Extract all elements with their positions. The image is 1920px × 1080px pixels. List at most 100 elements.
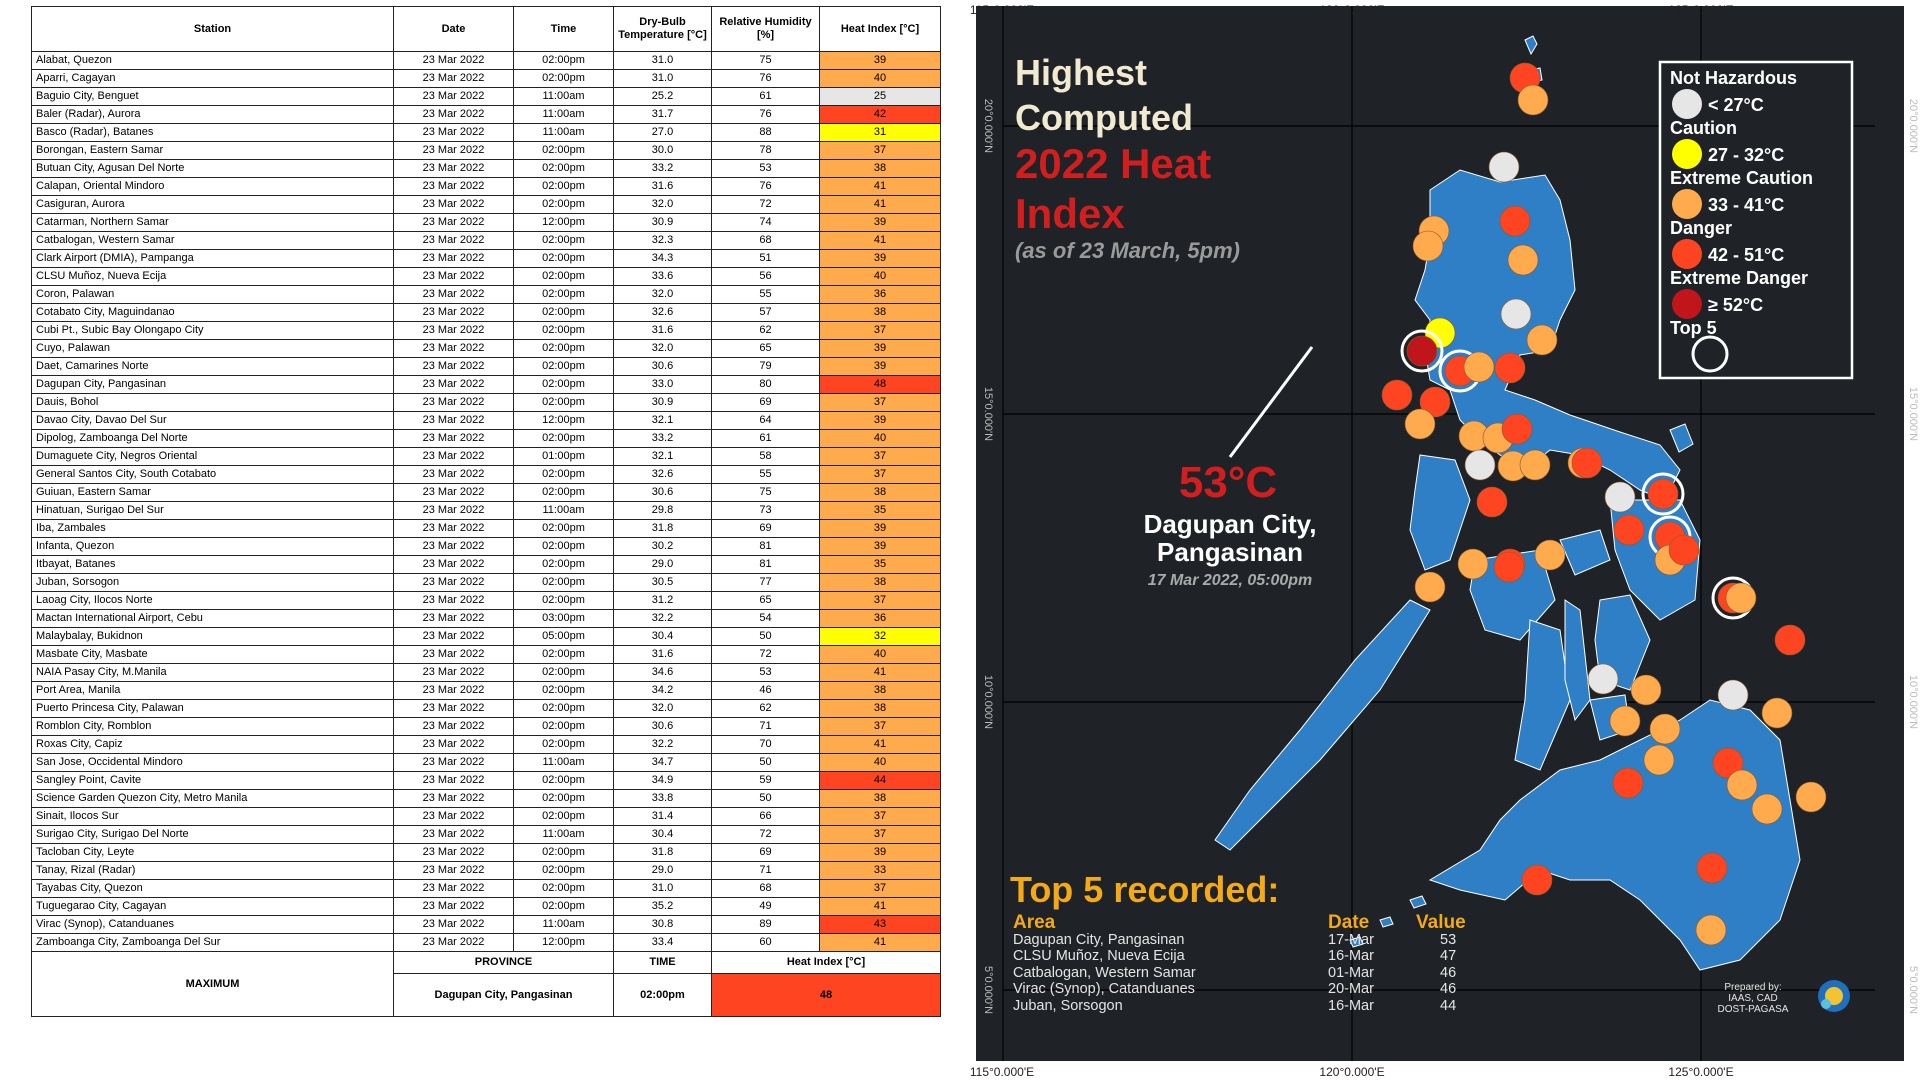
cell-heat-index: 37 [819,825,941,844]
cell-station: Sinait, Ilocos Sur [31,807,394,826]
cell-humidity: 75 [711,51,820,70]
table-body: Alabat, Quezon 23 Mar 2022 02:00pm 31.0 75 39… [31,51,941,952]
cell-heat-index: 42 [819,105,941,124]
legend-cat-6: Top 5 [1670,318,1717,338]
cell-humidity: 62 [711,321,820,340]
legend-range-2: 27 - 32°C [1708,145,1784,165]
cell-temperature: 31.7 [613,105,712,124]
cell-temperature: 30.6 [613,357,712,376]
cell-station: Mactan International Airport, Cebu [31,609,394,628]
cell-station: Dauis, Bohol [31,393,394,412]
top5-date-2: 16-Mar [1328,948,1374,964]
cell-heat-index: 39 [819,843,941,862]
table-row: Tanay, Rizal (Radar) 23 Mar 2022 02:00pm 29… [31,861,941,880]
cell-heat-index: 41 [819,231,941,250]
cell-time: 02:00pm [513,771,614,790]
callout-place-1: Dagupan City, [1144,509,1317,539]
table-row: Dumaguete City, Negros Oriental 23 Mar 20… [31,447,941,466]
cell-date: 23 Mar 2022 [393,303,514,322]
cell-date: 23 Mar 2022 [393,825,514,844]
table-row: Aparri, Cagayan 23 Mar 2022 02:00pm 31.0 76 4… [31,69,941,88]
cell-time: 03:00pm [513,609,614,628]
table-row: Alabat, Quezon 23 Mar 2022 02:00pm 31.0 75 39 [31,51,941,70]
station-marker [1493,551,1525,583]
cell-temperature: 30.4 [613,825,712,844]
cell-temperature: 31.6 [613,177,712,196]
cell-date: 23 Mar 2022 [393,321,514,340]
col-header-date: Date [393,6,514,52]
table-row: Baler (Radar), Aurora 23 Mar 2022 11:00am 3… [31,105,941,124]
table-header-row: Station Date Time Dry-Bulb Temperature [… [31,6,941,52]
cell-heat-index: 39 [819,519,941,538]
cell-time: 02:00pm [513,429,614,448]
station-marker [1604,481,1636,513]
station-marker [1476,486,1508,518]
cell-humidity: 72 [711,645,820,664]
cell-temperature: 33.2 [613,429,712,448]
cell-heat-index: 39 [819,537,941,556]
cell-humidity: 57 [711,303,820,322]
lat-label-right-2: 15°0.000'N [1907,387,1919,441]
table-row: Catbalogan, Western Samar 23 Mar 2022 02:0… [31,231,941,250]
cell-temperature: 25.2 [613,87,712,106]
table-row: Tayabas City, Quezon 23 Mar 2022 02:00pm 31… [31,879,941,898]
top5-date-5: 16-Mar [1328,998,1374,1014]
cell-temperature: 33.0 [613,375,712,394]
callout-value: 53°C [1179,458,1277,507]
cell-humidity: 71 [711,861,820,880]
cell-heat-index: 38 [819,699,941,718]
cell-time: 11:00am [513,825,614,844]
cell-humidity: 80 [711,375,820,394]
cell-time: 02:00pm [513,177,614,196]
station-marker [1795,781,1827,813]
cell-humidity: 56 [711,267,820,286]
cell-date: 23 Mar 2022 [393,159,514,178]
table-row: Dagupan City, Pangasinan 23 Mar 2022 02:00… [31,375,941,394]
cell-date: 23 Mar 2022 [393,411,514,430]
cell-station: Davao City, Davao Del Sur [31,411,394,430]
cell-temperature: 34.6 [613,663,712,682]
legend-range-5: ≥ 52°C [1708,295,1763,315]
cell-humidity: 53 [711,159,820,178]
cell-humidity: 65 [711,339,820,358]
top5-value-1: 53 [1440,932,1456,948]
cell-heat-index: 37 [819,321,941,340]
top5-area-2: CLSU Muñoz, Nueva Ecija [1013,948,1186,964]
table-row: Zamboanga City, Zamboanga Del Sur 23 Mar … [31,933,941,952]
pagasa-logo [1818,980,1850,1012]
cell-time: 02:00pm [513,735,614,754]
table-row: Cubi Pt., Subic Bay Olongapo City 23 Mar … [31,321,941,340]
cell-humidity: 69 [711,393,820,412]
cell-temperature: 30.2 [613,537,712,556]
cell-heat-index: 40 [819,753,941,772]
station-marker [1412,230,1444,262]
top5-value-2: 47 [1440,948,1456,964]
cell-humidity: 72 [711,195,820,214]
station-marker [1696,852,1728,884]
cell-date: 23 Mar 2022 [393,645,514,664]
station-marker [1612,767,1644,799]
cell-heat-index: 38 [819,789,941,808]
lon-label-bottom-1: 115°0.000'E [970,1065,1034,1079]
legend: Not Hazardous < 27°C Caution 27 - 32°C E… [1658,60,1854,380]
cell-heat-index: 43 [819,915,941,934]
table-row: Daet, Camarines Norte 23 Mar 2022 02:00pm 3… [31,357,941,376]
cell-station: Alabat, Quezon [31,51,394,70]
cell-time: 02:00pm [513,573,614,592]
table-row: Tacloban City, Leyte 23 Mar 2022 02:00pm 31… [31,843,941,862]
cell-humidity: 65 [711,591,820,610]
cell-time: 02:00pm [513,861,614,880]
table-row: Surigao City, Surigao Del Norte 23 Mar 20… [31,825,941,844]
cell-date: 23 Mar 2022 [393,177,514,196]
station-marker [1521,864,1553,896]
cell-temperature: 34.3 [613,249,712,268]
title-line-3: 2022 Heat [1015,140,1211,187]
cell-temperature: 34.2 [613,681,712,700]
cell-date: 23 Mar 2022 [393,807,514,826]
cell-humidity: 61 [711,429,820,448]
cell-date: 23 Mar 2022 [393,627,514,646]
cell-date: 23 Mar 2022 [393,915,514,934]
cell-temperature: 34.7 [613,753,712,772]
lat-label-left-2: 15°0.000'N [982,387,994,441]
cell-time: 02:00pm [513,645,614,664]
